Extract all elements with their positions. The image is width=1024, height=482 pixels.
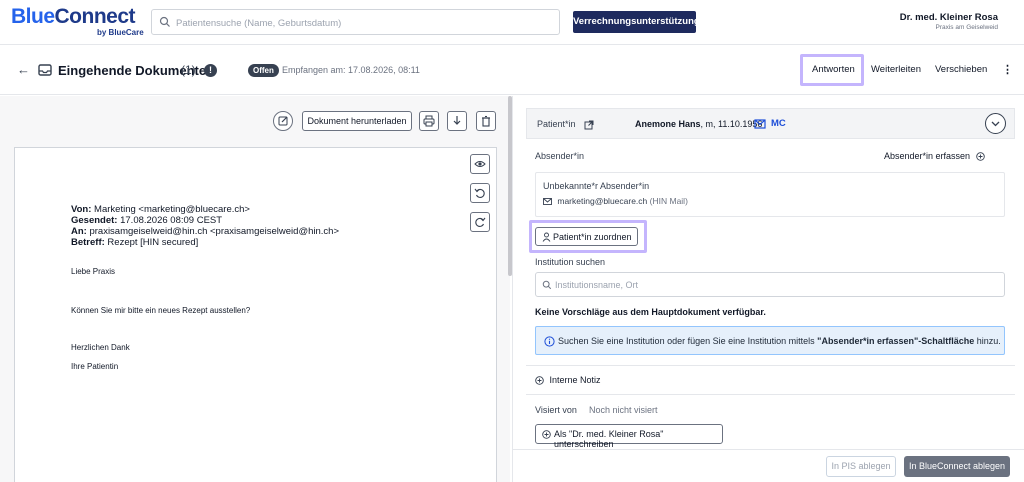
email-greeting: Liebe Praxis — [71, 267, 116, 276]
received-timestamp: Empfangen am: 17.08.2026, 08:11 — [282, 65, 420, 75]
email-closing: Herzlichen Dank — [71, 343, 130, 352]
patient-search[interactable] — [151, 9, 560, 35]
sender-card — [535, 172, 1005, 217]
file-in-pis-button[interactable]: In PIS ablegen — [826, 456, 896, 477]
patient-label: Patient*in — [537, 119, 594, 130]
plus-circle-icon — [542, 430, 551, 439]
rotate-left-button[interactable] — [470, 183, 490, 203]
document-count: (1) — [181, 63, 196, 77]
mail-icon — [754, 119, 766, 129]
inbox-icon — [38, 64, 52, 76]
visa-value: Noch nicht visiert — [589, 405, 658, 415]
download-icon — [453, 116, 461, 125]
rotate-left-icon — [474, 188, 485, 198]
plus-circle-icon — [975, 152, 985, 161]
forward-button[interactable]: Weiterleiten — [871, 64, 921, 75]
external-link-icon[interactable] — [584, 120, 594, 130]
chevron-down-icon — [991, 121, 1000, 127]
trash-icon — [482, 115, 490, 127]
preview-toggle-button[interactable] — [470, 154, 490, 174]
file-in-blueconnect-button[interactable]: In BlueConnect ablegen — [904, 456, 1010, 477]
back-arrow-icon[interactable]: ← — [17, 62, 30, 77]
plus-circle-icon — [535, 376, 544, 385]
rotate-right-icon — [475, 217, 486, 227]
collapse-patient-button[interactable] — [985, 113, 1006, 134]
divider — [526, 394, 1015, 395]
print-button[interactable] — [419, 111, 439, 131]
institution-label: Institution suchen — [535, 257, 606, 267]
institution-search[interactable] — [535, 272, 1005, 297]
user-name[interactable]: Dr. med. Kleiner Rosa — [900, 12, 998, 23]
printer-icon — [423, 115, 435, 127]
email-subject: Betreff: Rezept [HIN secured] — [71, 237, 199, 248]
more-options-icon[interactable]: ⋮ — [1002, 63, 1013, 76]
internal-note-link[interactable]: Interne Notiz — [535, 375, 601, 385]
info-text: Suchen Sie eine Institution oder fügen S… — [558, 336, 1001, 346]
unknown-sender: Unbekannte*r Absender*in — [543, 181, 650, 191]
patient-info: Anemone Hans, m, 11.10.1956 — [635, 119, 763, 129]
email-to: An: praxisamgeiselweid@hin.ch <praxisamg… — [71, 226, 339, 237]
rotate-right-button[interactable] — [470, 212, 490, 232]
email-signature: Ihre Patientin — [71, 362, 119, 371]
download-button[interactable] — [447, 111, 467, 131]
email-header-block: Von: Marketing <marketing@bluecare.ch> G… — [71, 204, 339, 248]
assign-patient-button[interactable]: Patient*in zuordnen — [535, 227, 638, 246]
patient-tag: MC — [771, 118, 786, 129]
email-body: Können Sie mir bitte ein neues Rezept au… — [71, 306, 251, 315]
info-icon — [544, 336, 555, 347]
alert-icon[interactable]: ! — [204, 64, 217, 77]
patient-search-input[interactable] — [176, 14, 546, 32]
sender-email: marketing@bluecare.ch (HIN Mail) — [543, 196, 688, 206]
person-icon — [542, 232, 551, 242]
app-logo[interactable]: BlueConnect — [11, 5, 136, 29]
delete-button[interactable] — [476, 111, 496, 131]
envelope-icon — [543, 198, 552, 206]
email-from: Von: Marketing <marketing@bluecare.ch> — [71, 204, 250, 215]
status-badge: Offen — [248, 64, 279, 77]
no-suggestions-text: Keine Vorschläge aus dem Hauptdokument v… — [535, 307, 766, 317]
top-bar: BlueConnect by BlueCare Verrechnungsunte… — [0, 0, 1024, 45]
move-button[interactable]: Verschieben — [935, 64, 987, 75]
eye-icon — [474, 161, 486, 167]
capture-sender-link[interactable]: Absender*in erfassen — [884, 151, 985, 161]
edit-button[interactable] — [273, 111, 293, 131]
reply-button[interactable]: Antworten — [812, 64, 855, 75]
app-logo-subtitle: by BlueCare — [97, 28, 144, 37]
visa-label: Visiert von — [535, 405, 577, 415]
search-icon — [542, 280, 552, 290]
divider — [526, 365, 1015, 366]
sign-button[interactable]: Als "Dr. med. Kleiner Rosa" unterschreib… — [535, 424, 723, 449]
pencil-icon — [278, 116, 288, 126]
sender-label: Absender*in — [535, 151, 585, 161]
billing-support-button[interactable]: Verrechnungsunterstützung — [573, 11, 700, 33]
email-sent: Gesendet: 17.08.2026 08:09 CEST — [71, 215, 223, 226]
download-document-button[interactable]: Dokument herunterladen — [302, 111, 412, 131]
document-header: ← Eingehende Dokumente (1) ! Offen Empfa… — [0, 45, 1024, 95]
search-icon — [159, 16, 170, 27]
user-practice: Praxis am Geiselweid — [935, 24, 999, 31]
institution-search-input[interactable] — [555, 278, 985, 292]
